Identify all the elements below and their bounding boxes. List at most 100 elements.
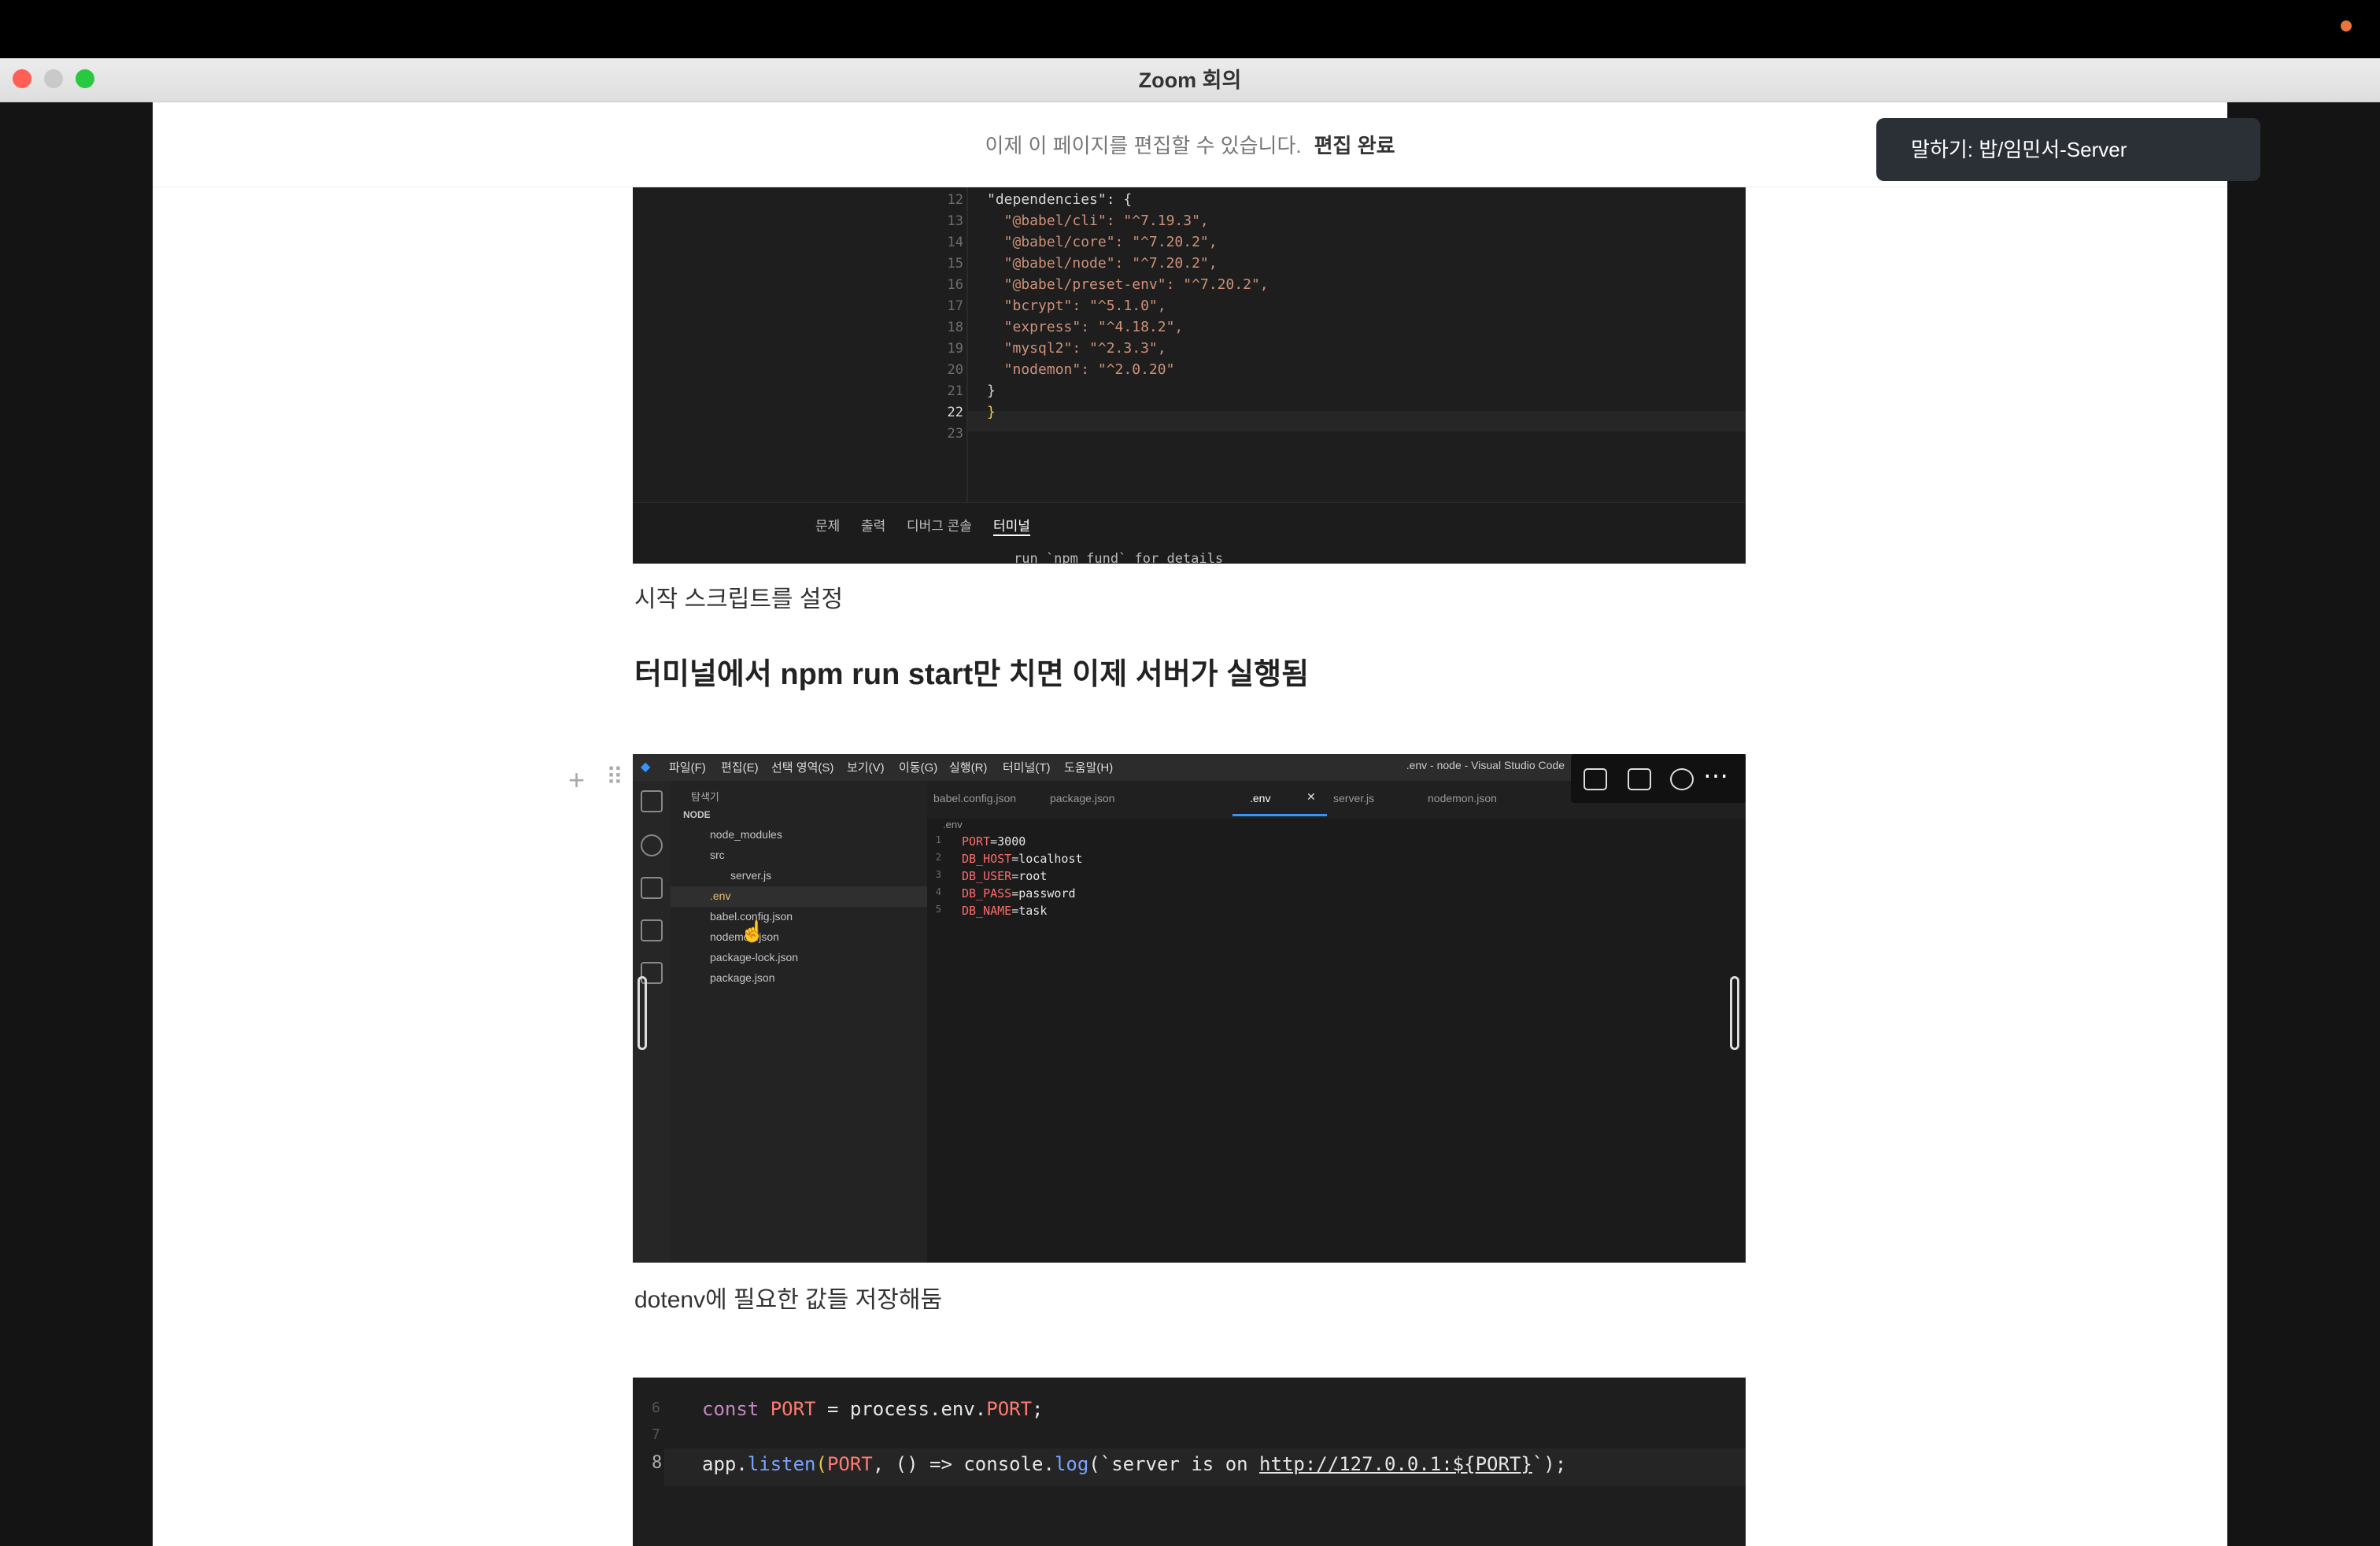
env-key: DB_PASS: [962, 886, 1012, 901]
code-end: ;: [1554, 1453, 1567, 1475]
run-debug-icon: [641, 919, 663, 941]
env-value: localhost: [1018, 852, 1083, 866]
panel-tab-problems: 문제: [815, 519, 841, 534]
line-number-7: 7: [652, 1426, 660, 1443]
tree-selection: [671, 886, 927, 907]
vscode-env-screenshot: ◆ 파일(F) 편집(E) 선택 영역(S) 보기(V) 이동(G) 실행(R)…: [633, 754, 1746, 1263]
env-value: 3000: [997, 834, 1026, 849]
tree-item-package-lock: package-lock.json: [710, 951, 799, 963]
recording-indicator-icon: [2341, 20, 2352, 31]
tree-item-src: src: [710, 849, 725, 861]
line-number: 14: [947, 235, 963, 250]
edit-notice-text: 이제 이 페이지를 편집할 수 있습니다.: [985, 134, 1302, 157]
caption-start-script: 시작 스크립트를 설정: [634, 586, 844, 612]
arg-port: PORT: [826, 1453, 873, 1475]
drag-handle-icon[interactable]: ⠿: [606, 764, 623, 791]
env-line-number: 3: [935, 869, 941, 880]
env-value: password: [1018, 886, 1076, 901]
line-number-6: 6: [652, 1400, 660, 1416]
tree-item-server-js: server.js: [730, 869, 772, 882]
line-number: 23: [947, 426, 963, 442]
menu-view: 보기(V): [847, 761, 885, 775]
close-tab-icon: ✕: [1306, 790, 1316, 803]
env-line: PORT=3000: [962, 834, 1026, 849]
caption-icon[interactable]: [1628, 768, 1651, 790]
speaking-indicator: 말하기: 밥/임민서-Server: [1876, 118, 2260, 181]
env-line-number: 4: [935, 886, 941, 897]
code-string: (`server is on: [1088, 1453, 1260, 1475]
env-equals: =: [1011, 869, 1019, 883]
env-line-number: 1: [935, 834, 941, 845]
explorer-icon: [641, 790, 663, 812]
add-block-icon[interactable]: +: [568, 764, 585, 797]
code-line: "express": "^4.18.2",: [987, 319, 1184, 335]
env-key: PORT: [962, 834, 991, 849]
source-control-icon: [641, 877, 663, 899]
code-line: "dependencies": {: [987, 191, 1133, 208]
download-icon[interactable]: [1670, 768, 1694, 790]
line-number: 18: [947, 320, 963, 335]
tab-env: .env: [1250, 792, 1271, 804]
edit-done-button[interactable]: 편집 완료: [1314, 130, 1395, 159]
code-line-6: const PORT = process.env.PORT;: [702, 1398, 1044, 1420]
window-title: Zoom 회의: [1138, 68, 1242, 92]
more-options-icon[interactable]: ⋯: [1703, 760, 1728, 790]
editor-breadcrumb: .env: [943, 819, 963, 830]
env-line-number: 5: [935, 904, 941, 915]
menu-run: 실행(R): [949, 761, 988, 775]
var-port: PORT: [770, 1398, 816, 1420]
tab-babel-config: babel.config.json: [933, 792, 1017, 804]
code-line: "nodemon": "^2.0.20": [987, 361, 1175, 378]
code-line: }: [987, 404, 996, 420]
prop-port: PORT: [986, 1398, 1033, 1420]
code-line: "bcrypt": "^5.1.0",: [987, 298, 1166, 314]
explorer-sidebar: [671, 781, 927, 1263]
env-equals: =: [1011, 886, 1019, 901]
menu-go: 이동(G): [899, 761, 938, 775]
line-number: 16: [947, 277, 963, 293]
terminal-output: run `npm fund` for details: [1014, 551, 1224, 564]
menu-terminal: 터미널(T): [1003, 761, 1051, 775]
menu-selection: 선택 영역(S): [771, 761, 834, 775]
env-value: root: [1018, 869, 1048, 883]
comment-icon[interactable]: [1584, 768, 1607, 790]
env-key: DB_HOST: [962, 852, 1012, 866]
panel-tab-output: 출력: [861, 519, 886, 534]
line-number: 19: [947, 341, 963, 357]
left-scrollbar[interactable]: [638, 976, 647, 1050]
keyword-const: const: [702, 1398, 759, 1420]
menu-edit: 편집(E): [721, 761, 759, 775]
right-scrollbar[interactable]: [1730, 976, 1739, 1050]
line-number: 13: [947, 213, 963, 229]
line-number: 21: [947, 383, 963, 399]
tree-item-env: .env: [710, 890, 731, 902]
line-number: 12: [947, 192, 963, 208]
line-number: 17: [947, 298, 963, 314]
code-line-8: app.listen(PORT, () => console.log(`serv…: [702, 1453, 1566, 1475]
code-line: "@babel/cli": "^7.19.3",: [987, 213, 1209, 229]
tab-package-json: package.json: [1050, 792, 1115, 804]
panel-tab-terminal: 터미널: [993, 515, 1030, 536]
menu-bar: [0, 0, 2380, 58]
code-semicolon: ;: [1032, 1398, 1044, 1420]
line-number-8: 8: [652, 1453, 663, 1473]
fn-listen: listen: [747, 1453, 816, 1475]
tree-root: NODE: [683, 809, 711, 820]
hand-cursor-icon: ☝: [740, 919, 766, 943]
env-line-number: 2: [935, 852, 941, 863]
line-number: 15: [947, 256, 963, 272]
env-line: DB_PASS=password: [962, 886, 1076, 901]
code-line: "mysql2": "^2.3.3",: [987, 340, 1166, 357]
vscode-window-title: .env - node - Visual Studio Code: [1406, 759, 1565, 771]
line-number: 20: [947, 362, 963, 378]
menu-help: 도움말(H): [1064, 761, 1114, 775]
code-line: "@babel/preset-env": "^7.20.2",: [987, 276, 1269, 293]
tab-nodemon: nodemon.json: [1428, 792, 1497, 804]
explorer-title: 탐색기: [691, 791, 719, 803]
section-heading: 터미널에서 npm run start만 치면 이제 서버가 실행됨: [634, 658, 1310, 691]
code-url: http://127.0.0.1:${PORT}: [1259, 1453, 1532, 1475]
code-line: "@babel/node": "^7.20.2",: [987, 255, 1218, 272]
fn-log: log: [1054, 1453, 1089, 1475]
code-line: "@babel/core": "^7.20.2",: [987, 234, 1218, 250]
gutter-divider: [966, 187, 968, 502]
